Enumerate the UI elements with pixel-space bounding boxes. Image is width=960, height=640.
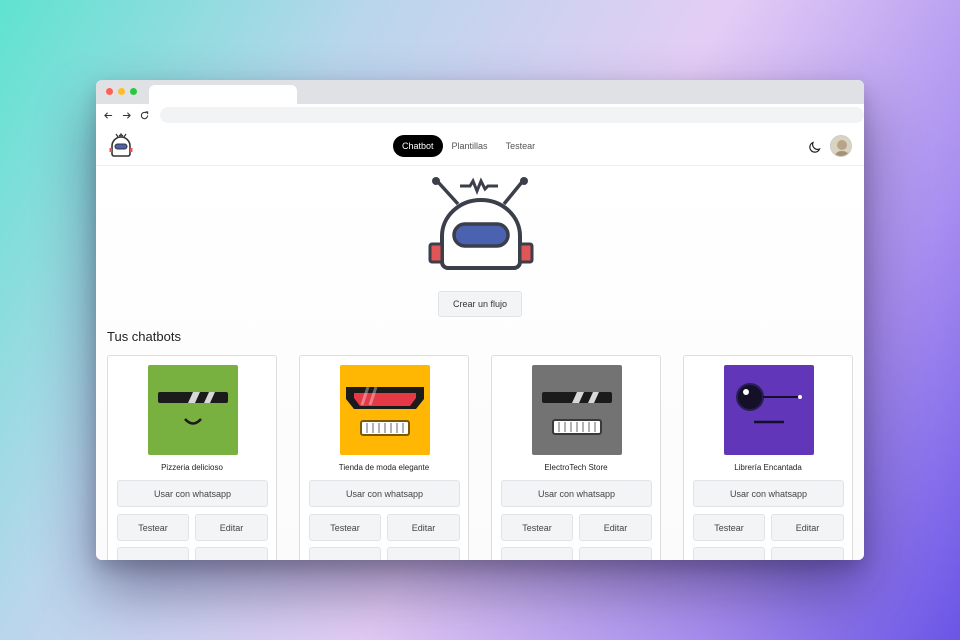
delete-button[interactable] [387, 547, 460, 560]
test-button[interactable]: Testear [693, 514, 765, 541]
bot-face-purple-icon [724, 365, 814, 455]
main-content: Crear un flujo Tus chatbots Pizzeria del… [96, 166, 864, 560]
bot-face-yellow-icon [340, 365, 430, 455]
action-button[interactable] [309, 547, 381, 560]
nav-chatbot[interactable]: Chatbot [393, 135, 443, 157]
edit-button[interactable]: Editar [195, 514, 268, 541]
back-arrow-icon[interactable] [104, 110, 114, 120]
robot-hero-icon [428, 177, 534, 270]
chatbot-card: Tienda de moda elegante Usar con whatsap… [299, 355, 469, 560]
address-bar [96, 104, 864, 126]
edit-button[interactable]: Editar [387, 514, 460, 541]
chatbot-list: Pizzeria delicioso Usar con whatsapp Tes… [107, 355, 853, 560]
minimize-dot[interactable] [118, 88, 125, 95]
action-button[interactable] [693, 547, 765, 560]
action-button[interactable] [117, 547, 189, 560]
url-field[interactable] [159, 107, 864, 123]
delete-button[interactable] [771, 547, 844, 560]
delete-button[interactable] [195, 547, 268, 560]
chatbot-name: Librería Encantada [734, 463, 802, 472]
browser-tab[interactable] [149, 85, 297, 104]
main-nav: Chatbot Plantillas Testear [393, 135, 544, 157]
test-button[interactable]: Testear [117, 514, 189, 541]
nav-testear[interactable]: Testear [497, 135, 545, 157]
chatbot-name: ElectroTech Store [544, 463, 608, 472]
use-whatsapp-button[interactable]: Usar con whatsapp [309, 480, 460, 507]
use-whatsapp-button[interactable]: Usar con whatsapp [693, 480, 844, 507]
chatbot-card: Librería Encantada Usar con whatsapp Tes… [683, 355, 853, 560]
create-flow-button[interactable]: Crear un flujo [438, 291, 522, 317]
action-button[interactable] [501, 547, 573, 560]
delete-button[interactable] [579, 547, 652, 560]
close-dot[interactable] [106, 88, 113, 95]
maximize-dot[interactable] [130, 88, 137, 95]
browser-tabbar [96, 80, 864, 104]
chatbot-card: ElectroTech Store Usar con whatsapp Test… [491, 355, 661, 560]
chatbot-name: Tienda de moda elegante [338, 463, 430, 472]
use-whatsapp-button[interactable]: Usar con whatsapp [501, 480, 652, 507]
test-button[interactable]: Testear [309, 514, 381, 541]
window-controls [106, 88, 137, 95]
robot-logo-icon[interactable] [107, 132, 135, 160]
app-header: Chatbot Plantillas Testear [96, 126, 864, 166]
forward-arrow-icon[interactable] [122, 110, 132, 120]
bot-face-green-icon [148, 365, 238, 455]
browser-window: Chatbot Plantillas Testear Crear un fluj… [96, 80, 864, 560]
reload-icon[interactable] [140, 110, 150, 120]
test-button[interactable]: Testear [501, 514, 573, 541]
use-whatsapp-button[interactable]: Usar con whatsapp [117, 480, 268, 507]
nav-plantillas[interactable]: Plantillas [443, 135, 497, 157]
chatbot-card: Pizzeria delicioso Usar con whatsapp Tes… [107, 355, 277, 560]
moon-icon[interactable] [808, 140, 822, 154]
user-avatar[interactable] [830, 135, 852, 157]
section-title: Tus chatbots [107, 329, 181, 344]
edit-button[interactable]: Editar [771, 514, 844, 541]
bot-face-gray-icon [532, 365, 622, 455]
chatbot-name: Pizzeria delicioso [161, 463, 223, 472]
edit-button[interactable]: Editar [579, 514, 652, 541]
